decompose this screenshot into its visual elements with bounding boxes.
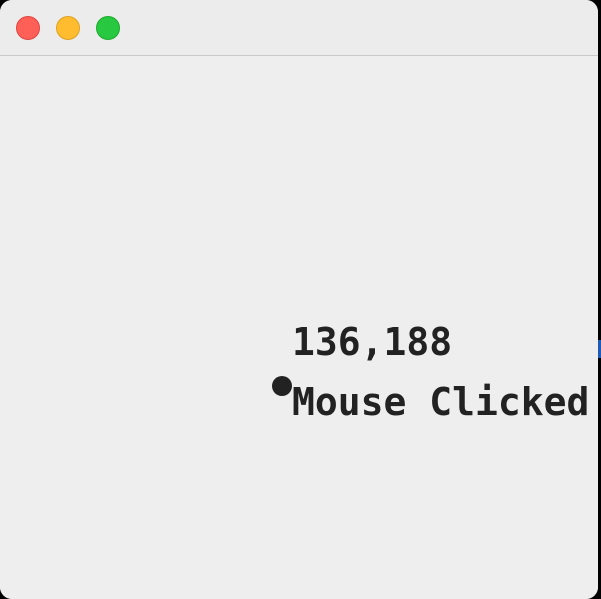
canvas-area[interactable]: 136,188 Mouse Clicked <box>0 57 598 599</box>
click-point-marker <box>272 376 292 396</box>
minimize-button[interactable] <box>56 16 80 40</box>
app-window: 136,188 Mouse Clicked <box>0 0 598 599</box>
title-bar[interactable] <box>0 0 598 56</box>
close-button[interactable] <box>16 16 40 40</box>
mouse-coordinates-label: 136,188 <box>292 320 453 364</box>
zoom-button[interactable] <box>96 16 120 40</box>
mouse-event-label: Mouse Clicked <box>292 380 590 424</box>
